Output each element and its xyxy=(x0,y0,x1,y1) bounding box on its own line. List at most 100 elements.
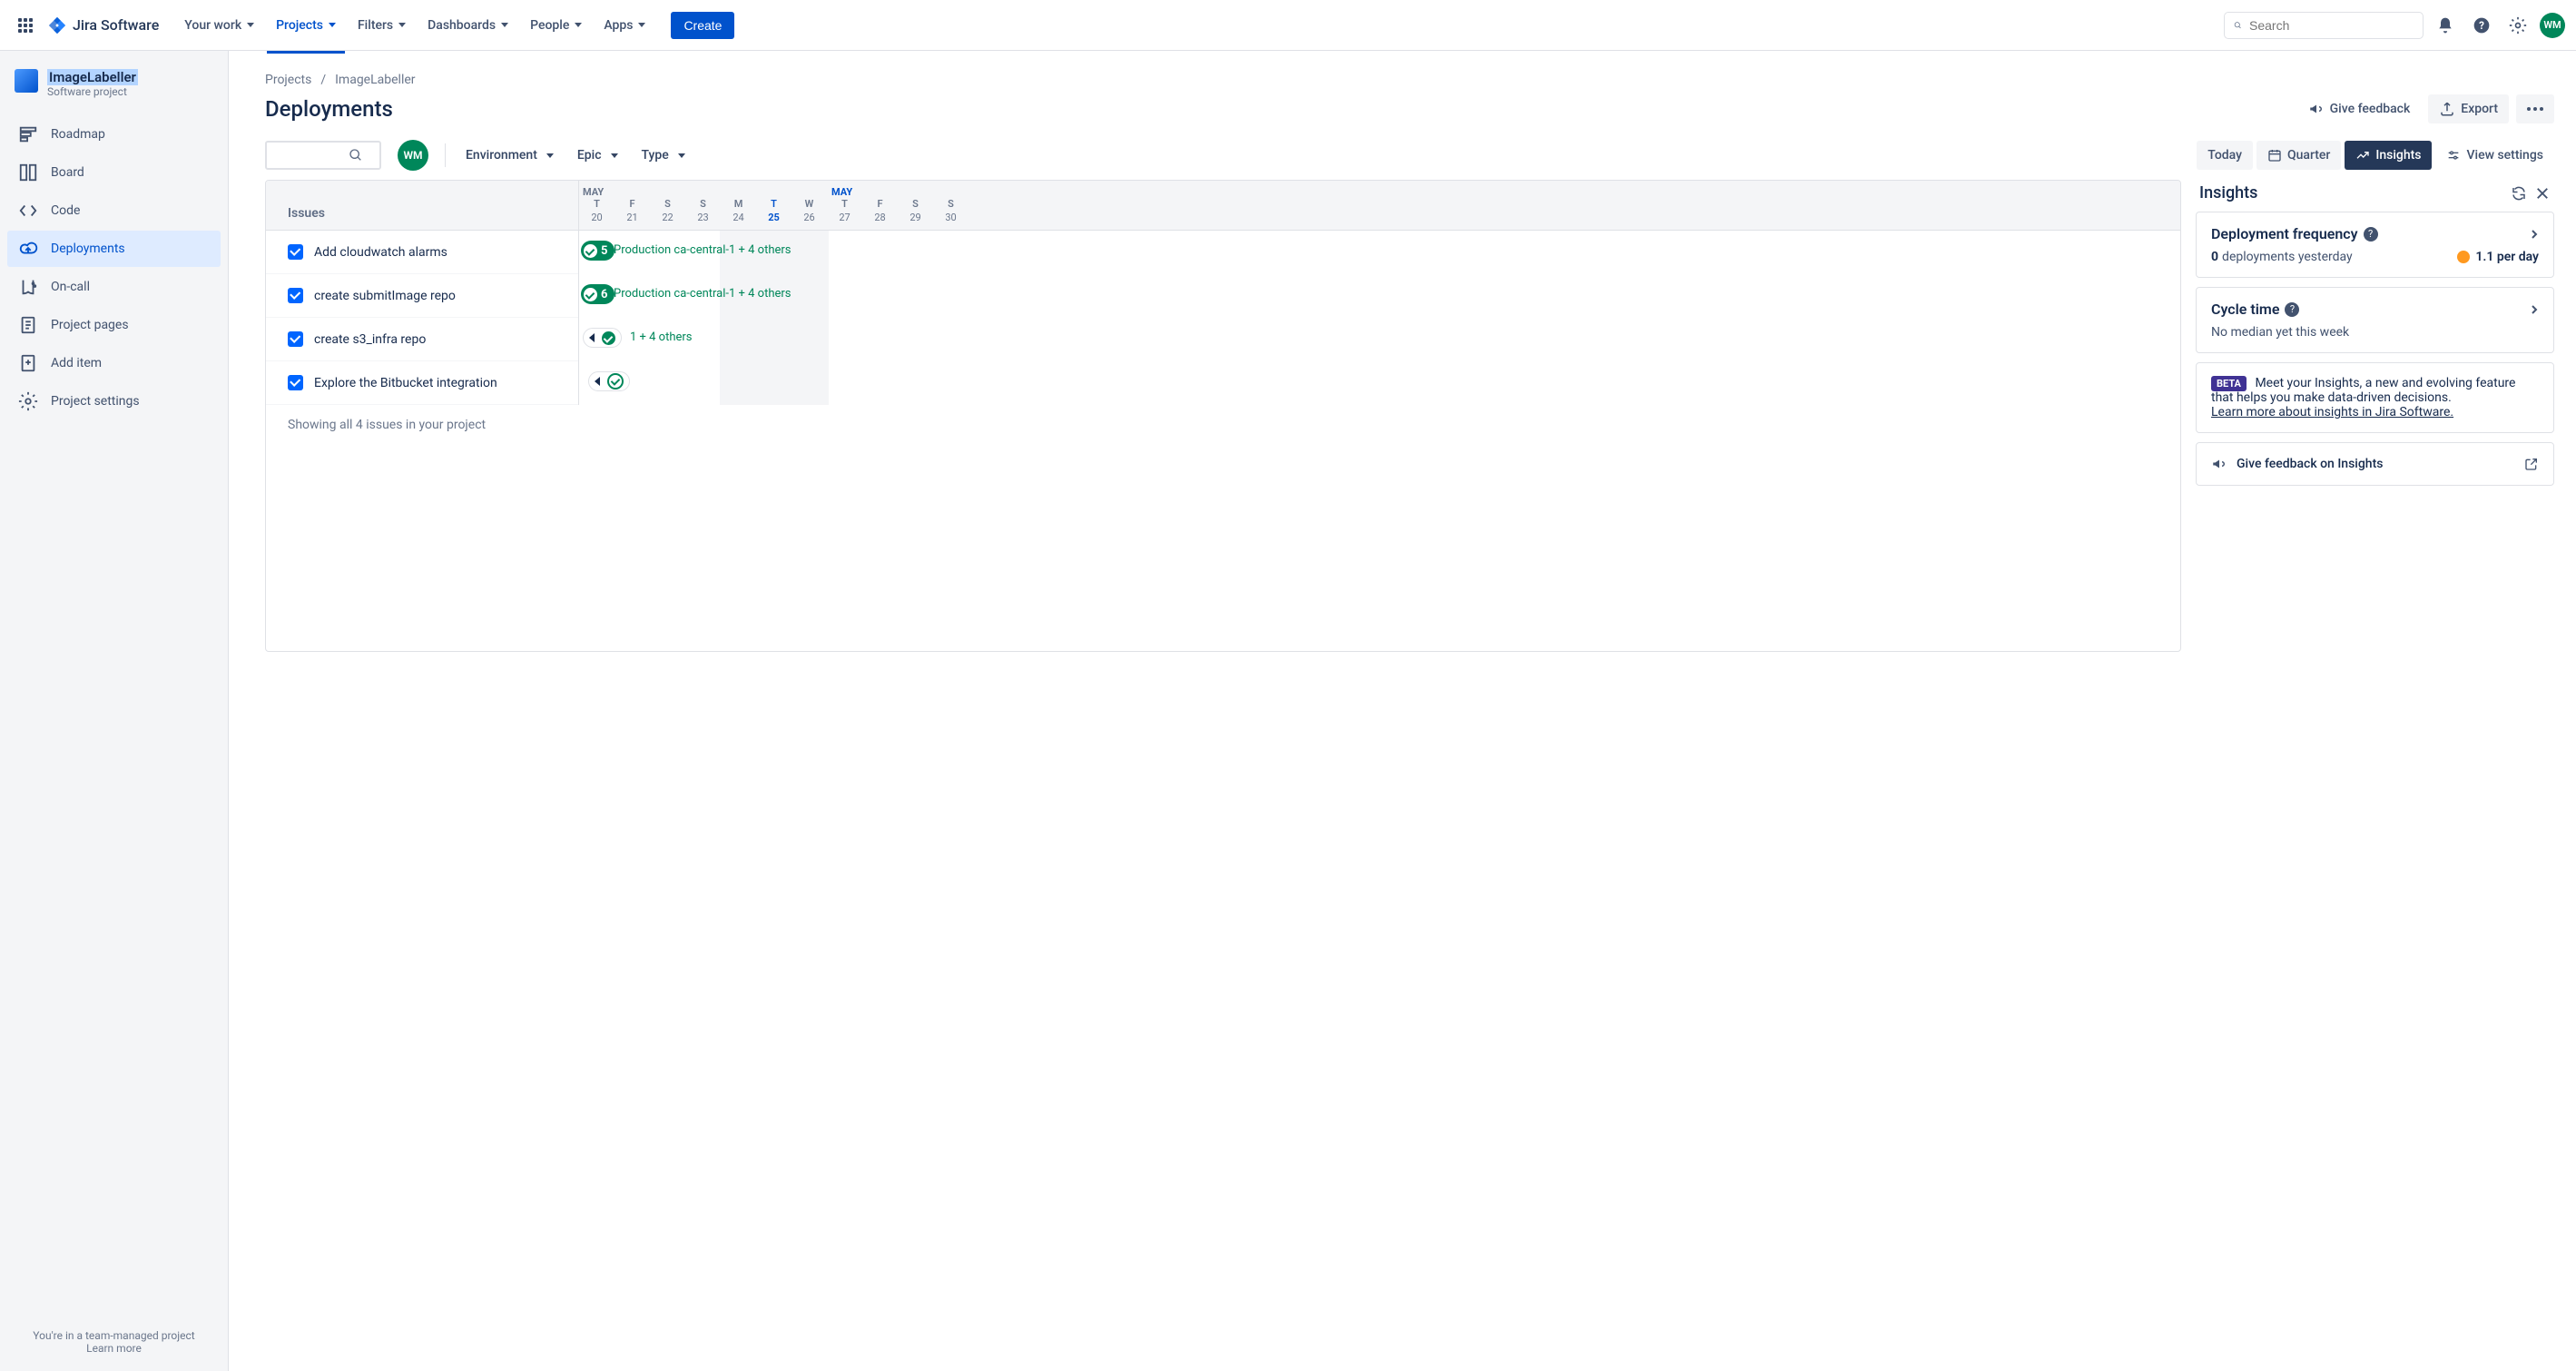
profile-avatar[interactable]: WM xyxy=(2540,13,2565,38)
sliders-icon xyxy=(2446,148,2461,163)
breadcrumb-projects[interactable]: Projects xyxy=(265,73,311,87)
nav-dashboards[interactable]: Dashboards xyxy=(418,13,517,38)
sidebar-item-on-call[interactable]: On-call xyxy=(7,269,221,305)
search-input[interactable] xyxy=(2224,12,2424,39)
user-filter-avatar[interactable]: WM xyxy=(398,140,428,171)
deployment-frequency-card[interactable]: Deployment frequency ? 0 deployments yes… xyxy=(2196,212,2554,278)
close-icon[interactable] xyxy=(2534,185,2551,202)
deployments-board: Issues MAY MAY T20F21S22S23M24T25W26T27F… xyxy=(265,180,2181,652)
side-icon xyxy=(18,277,38,297)
view-settings-button[interactable]: View settings xyxy=(2435,141,2554,170)
day-column: F21 xyxy=(615,198,650,229)
task-icon xyxy=(288,331,303,347)
deployment-pill[interactable] xyxy=(588,371,630,391)
sidebar-item-board[interactable]: Board xyxy=(7,154,221,191)
svg-text:?: ? xyxy=(2479,19,2484,32)
insights-feedback-card[interactable]: Give feedback on Insights xyxy=(2196,442,2554,486)
settings-icon[interactable] xyxy=(2503,11,2532,40)
side-icon xyxy=(18,163,38,182)
chevron-right-icon xyxy=(2530,229,2539,240)
epic-filter[interactable]: Epic xyxy=(574,143,622,168)
nav-your-work[interactable]: Your work xyxy=(175,13,263,38)
external-link-icon xyxy=(2524,457,2539,471)
notifications-icon[interactable] xyxy=(2431,11,2460,40)
check-icon xyxy=(602,331,615,345)
nav-people[interactable]: People xyxy=(521,13,591,38)
status-dot-icon xyxy=(2457,251,2470,263)
timeline-row: 6Production ca-central-1 + 4 others xyxy=(579,274,2180,318)
sidebar: ImageLabeller Software project RoadmapBo… xyxy=(0,51,229,1371)
insights-title: Insights xyxy=(2199,183,2257,202)
search-field[interactable] xyxy=(2249,18,2414,33)
day-column: S30 xyxy=(933,198,968,229)
export-button[interactable]: Export xyxy=(2428,94,2509,123)
today-button[interactable]: Today xyxy=(2197,141,2253,170)
sidebar-item-project-settings[interactable]: Project settings xyxy=(7,383,221,419)
help-icon[interactable]: ? xyxy=(2285,302,2299,317)
day-column: T27 xyxy=(827,198,862,229)
check-icon xyxy=(584,288,597,301)
side-icon xyxy=(18,315,38,335)
insights-button[interactable]: Insights xyxy=(2345,141,2432,170)
give-feedback-button[interactable]: Give feedback xyxy=(2297,94,2422,123)
day-column: S29 xyxy=(898,198,933,229)
issue-row[interactable]: Explore the Bitbucket integration xyxy=(266,361,578,405)
sidebar-item-roadmap[interactable]: Roadmap xyxy=(7,116,221,153)
deployment-pill[interactable] xyxy=(583,328,622,348)
learn-more-link[interactable]: Learn more xyxy=(86,1342,142,1355)
task-icon xyxy=(288,244,303,260)
footer-text: You're in a team-managed project xyxy=(16,1329,211,1342)
filter-search[interactable] xyxy=(265,141,381,170)
month-label: MAY xyxy=(583,186,723,198)
refresh-icon[interactable] xyxy=(2511,185,2527,202)
sidebar-item-project-pages[interactable]: Project pages xyxy=(7,307,221,343)
issue-row[interactable]: Add cloudwatch alarms xyxy=(266,231,578,274)
chevron-left-icon xyxy=(595,377,600,386)
beta-link[interactable]: Learn more about insights in Jira Softwa… xyxy=(2211,405,2453,419)
issues-header: Issues xyxy=(266,181,578,230)
nav-apps[interactable]: Apps xyxy=(595,13,654,38)
environment-filter[interactable]: Environment xyxy=(462,143,557,168)
breadcrumb-separator: / xyxy=(320,73,326,87)
sidebar-item-deployments[interactable]: Deployments xyxy=(7,231,221,267)
day-column: T25 xyxy=(756,198,791,229)
nav-projects[interactable]: Projects xyxy=(267,13,345,38)
beta-badge: BETA xyxy=(2211,376,2247,391)
issues-footer: Showing all 4 issues in your project xyxy=(266,405,2180,445)
create-button[interactable]: Create xyxy=(671,12,734,39)
issue-row[interactable]: create submitImage repo xyxy=(266,274,578,318)
deployment-pill[interactable]: 6 xyxy=(581,284,615,304)
task-icon xyxy=(288,288,303,303)
breadcrumbs: Projects / ImageLabeller xyxy=(265,73,2554,87)
day-column: S22 xyxy=(650,198,685,229)
project-header[interactable]: ImageLabeller Software project xyxy=(7,69,221,116)
cycle-text: No median yet this week xyxy=(2211,325,2349,340)
side-icon xyxy=(18,124,38,144)
card-title: Cycle time xyxy=(2211,301,2279,318)
side-icon xyxy=(18,201,38,221)
export-label: Export xyxy=(2461,102,2498,116)
filter-search-input[interactable] xyxy=(276,149,349,163)
type-filter[interactable]: Type xyxy=(638,143,689,168)
side-icon xyxy=(18,353,38,373)
beta-text: Meet your Insights, a new and evolving f… xyxy=(2211,376,2515,405)
help-icon[interactable]: ? xyxy=(2467,11,2496,40)
megaphone-icon xyxy=(2211,456,2227,472)
nav-filters[interactable]: Filters xyxy=(349,13,415,38)
jira-logo[interactable]: Jira Software xyxy=(47,15,159,35)
project-type: Software project xyxy=(47,85,138,98)
sidebar-item-add-item[interactable]: Add item xyxy=(7,345,221,381)
sidebar-item-code[interactable]: Code xyxy=(7,192,221,229)
deployment-pill[interactable]: 5 xyxy=(581,241,615,261)
more-actions-button[interactable] xyxy=(2516,94,2554,123)
search-icon xyxy=(349,148,363,163)
day-column: W26 xyxy=(791,198,827,229)
help-icon[interactable]: ? xyxy=(2364,227,2378,242)
breadcrumb-project[interactable]: ImageLabeller xyxy=(335,73,415,87)
quarter-button[interactable]: Quarter xyxy=(2256,141,2341,170)
chevron-right-icon xyxy=(2530,304,2539,315)
cycle-time-card[interactable]: Cycle time ? No median yet this week xyxy=(2196,287,2554,353)
issue-row[interactable]: create s3_infra repo xyxy=(266,318,578,361)
nav-items: Your workProjectsFiltersDashboardsPeople… xyxy=(175,13,654,38)
app-switcher-icon[interactable] xyxy=(11,11,40,40)
